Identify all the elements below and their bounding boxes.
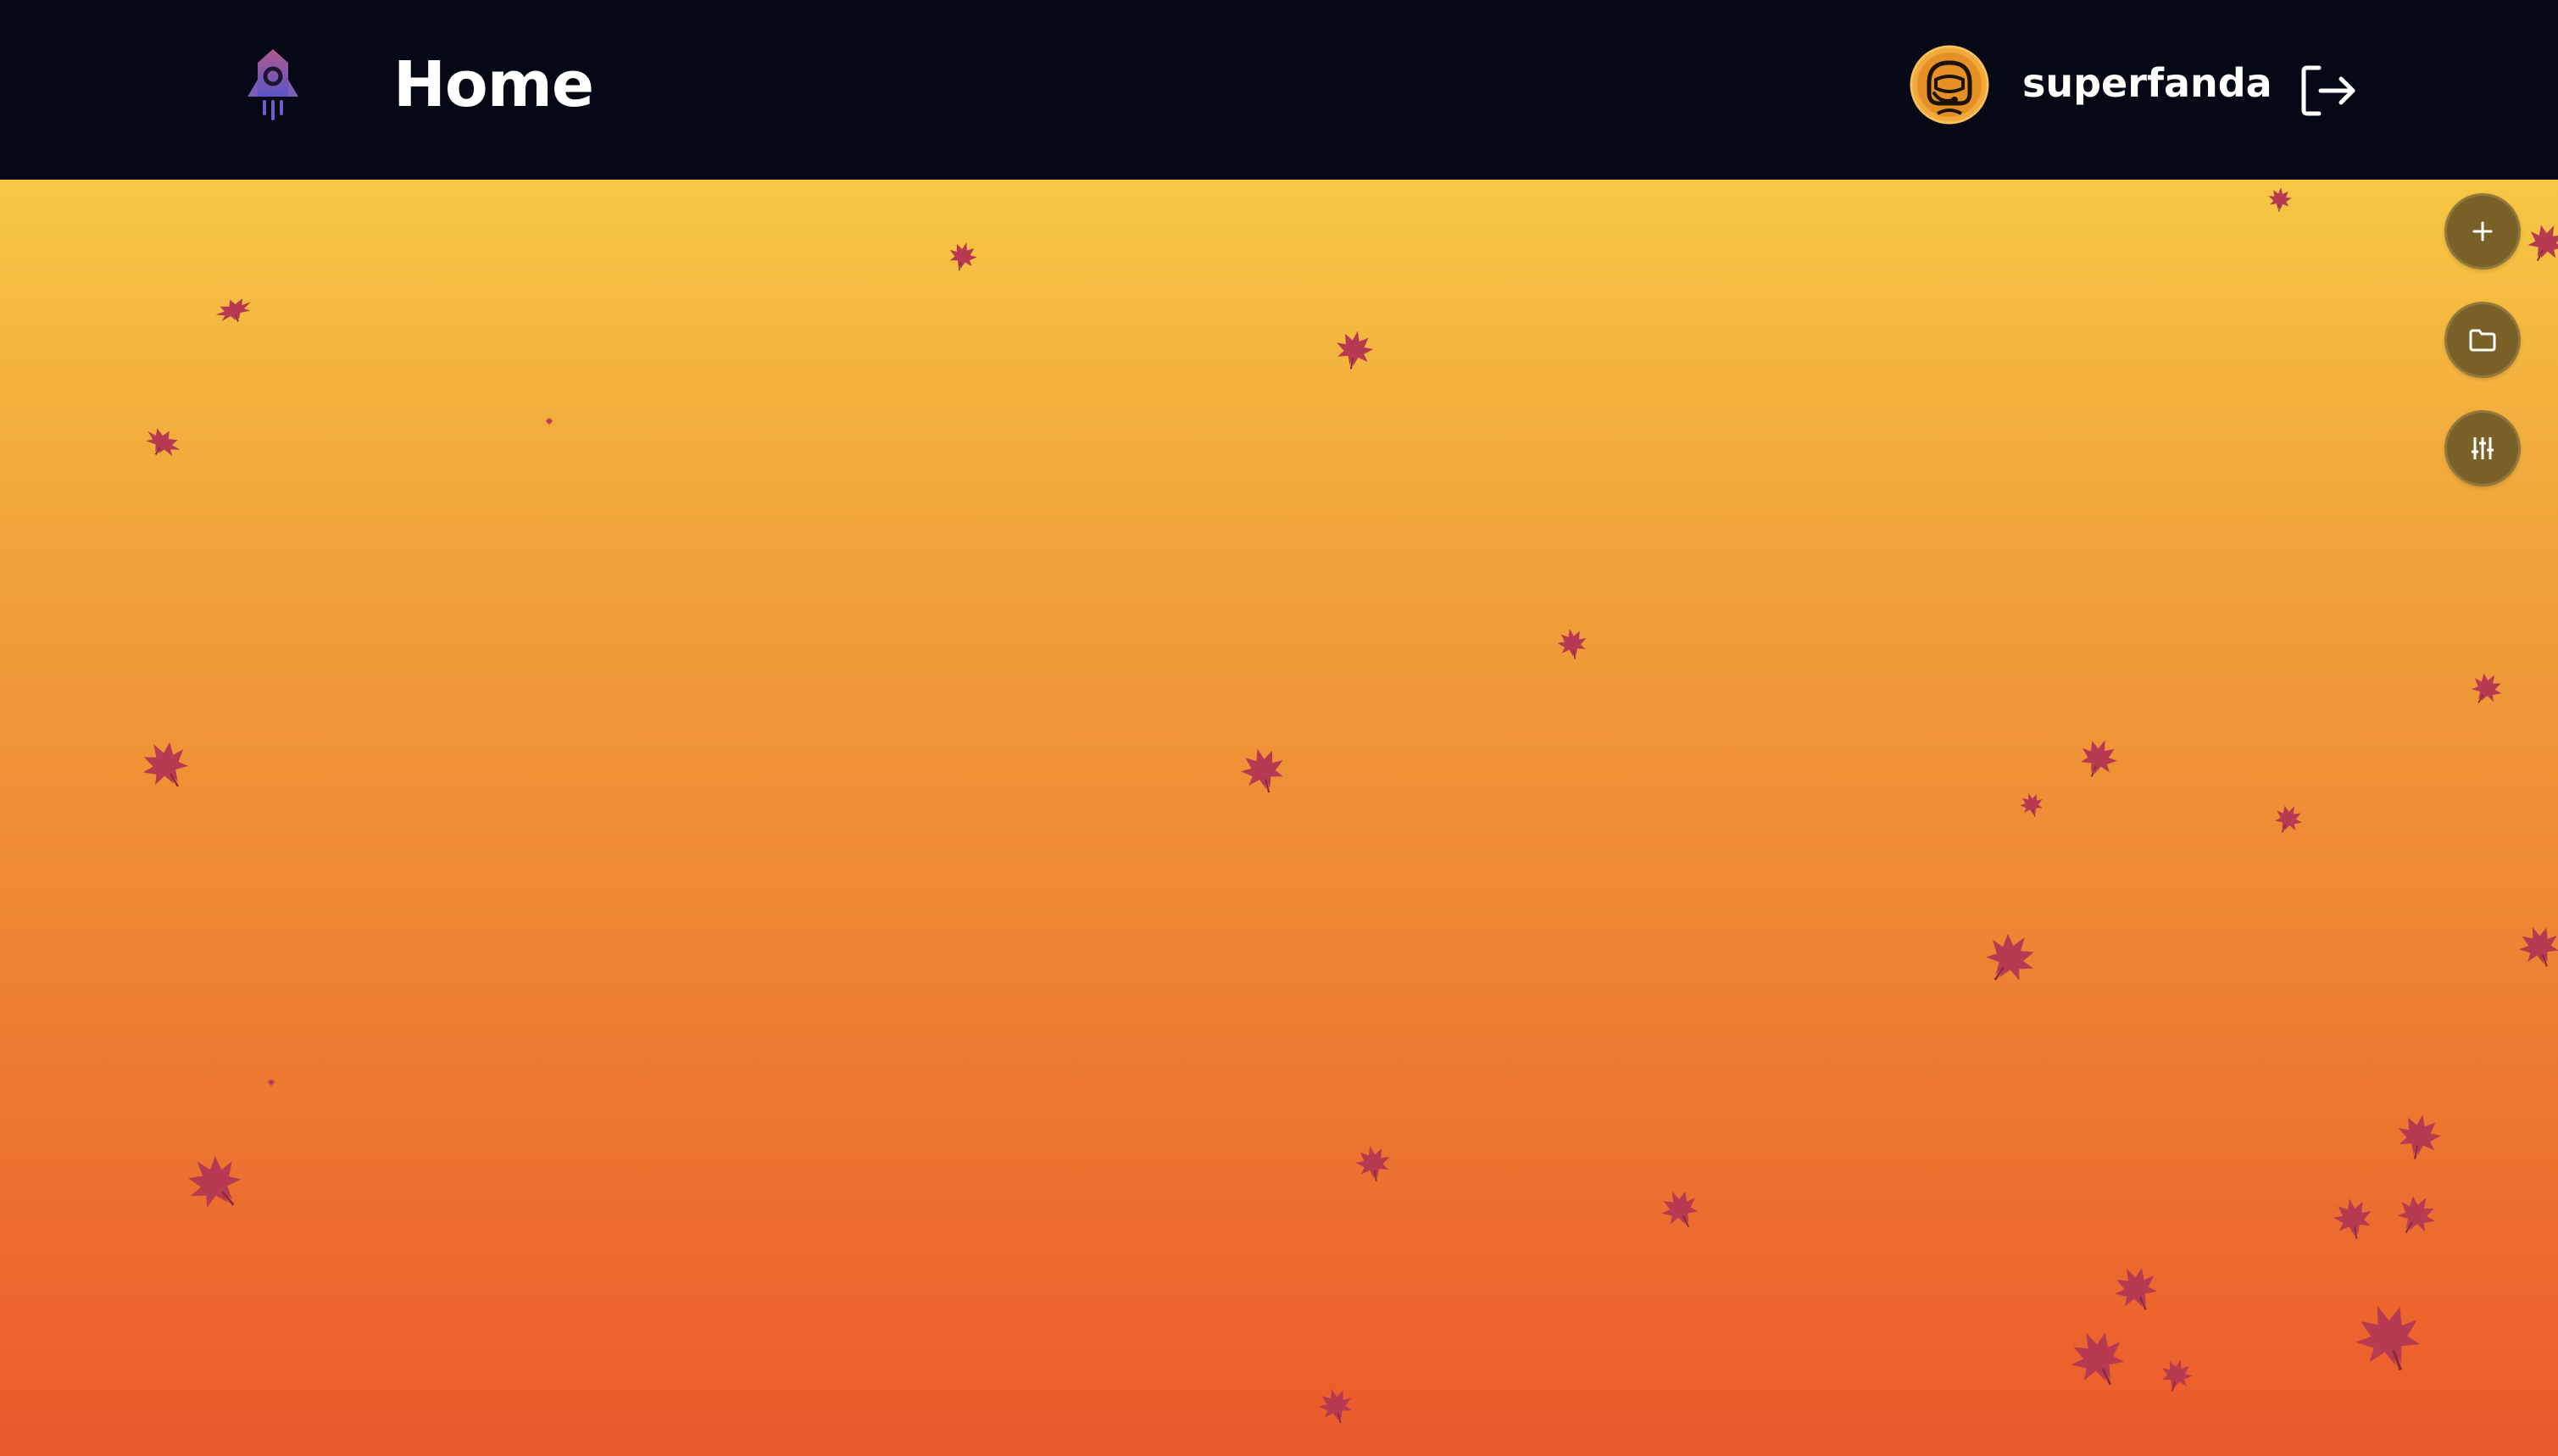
folder-button[interactable] [2444, 302, 2521, 378]
add-button[interactable] [2444, 193, 2521, 270]
falling-leaf-icon [2324, 1192, 2382, 1243]
falling-leaf-icon [1653, 1181, 1707, 1236]
main-canvas [0, 180, 2558, 1456]
falling-leaf-icon [1349, 1126, 1397, 1199]
falling-leaf-icon [2442, 653, 2533, 725]
sliders-icon [2472, 437, 2494, 459]
falling-leaf-icon [1313, 1382, 1359, 1428]
falling-leaf-icon [2245, 184, 2315, 215]
falling-leaf-icon [2342, 1288, 2435, 1384]
falling-leaf-icon [2373, 1177, 2461, 1252]
falling-leaf-icon [524, 417, 575, 425]
falling-leaf-icon [1331, 325, 1378, 373]
astronaut-avatar-icon[interactable] [1909, 44, 1990, 125]
falling-leaf-icon [2519, 215, 2558, 270]
falling-leaf-icon [211, 292, 258, 328]
falling-leaf-icon [2072, 731, 2125, 784]
falling-leaf-icon [1554, 625, 1591, 662]
falling-leaf-icon [1232, 731, 1295, 809]
settings-button[interactable] [2444, 410, 2521, 486]
falling-leaf-icon [112, 720, 218, 810]
falling-leaf-icon [166, 1135, 263, 1229]
falling-leaf-icon [2251, 791, 2326, 847]
folder-icon [2469, 329, 2496, 352]
app-root: Home superfanda [0, 0, 2558, 1456]
page-title: Home [393, 48, 594, 121]
logout-icon[interactable] [2299, 61, 2360, 120]
top-bar: Home superfanda [0, 0, 2558, 180]
rocket-icon[interactable] [239, 46, 307, 122]
falling-leaf-icon [2151, 1337, 2201, 1412]
plus-icon [2472, 221, 2493, 242]
falling-leaf-icon [2010, 787, 2054, 822]
falling-leaf-icon [138, 420, 187, 464]
falling-leaf-icon [246, 1078, 297, 1086]
falling-leaf-icon [2511, 916, 2558, 975]
falling-leaf-icon [2101, 1249, 2172, 1328]
falling-leaf-icon [944, 237, 981, 275]
falling-leaf-icon [2392, 1109, 2447, 1164]
falling-leaf-icon [1972, 920, 2048, 995]
username-label: superfanda [2022, 60, 2272, 106]
